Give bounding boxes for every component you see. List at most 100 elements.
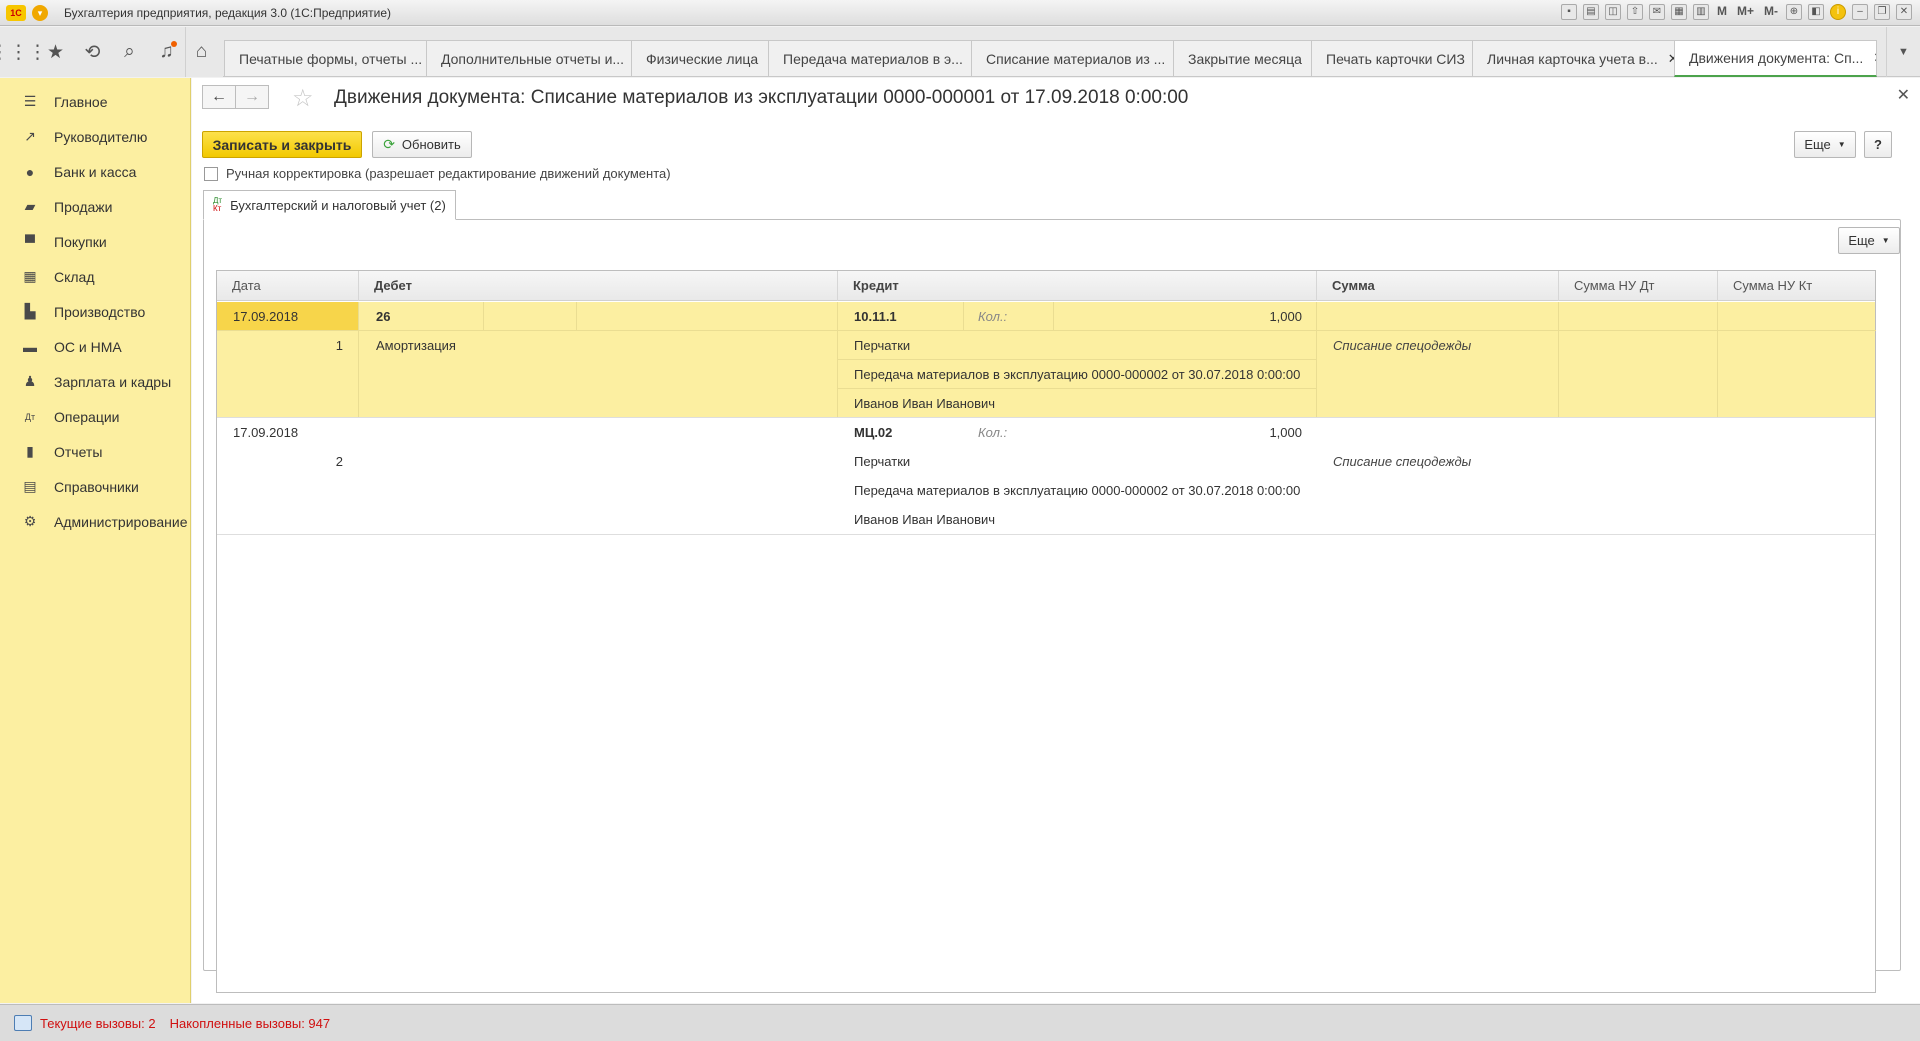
sidebar-item-manager[interactable]: ↗ Руководителю <box>0 119 190 154</box>
help-button[interactable]: ? <box>1864 131 1892 158</box>
credit-account: 10.11.1 <box>854 309 897 324</box>
cart-icon: ▀ <box>25 233 35 250</box>
movements-table[interactable]: Дата Дебет Кредит Сумма Сумма НУ Дт Сумм… <box>216 270 1876 993</box>
status-bar: Текущие вызовы: 2 Накопленные вызовы: 94… <box>0 1004 1920 1041</box>
sidebar-item-main[interactable]: ☰ Главное <box>0 84 190 119</box>
tab-materials-transfer[interactable]: Передача материалов в э...✕ <box>768 40 972 76</box>
main-menu-icon[interactable]: ▾ <box>32 4 48 21</box>
menu-lines-icon: ☰ <box>23 93 37 109</box>
sidebar-item-operations[interactable]: Дт Операции <box>0 399 190 434</box>
column-tax-amount-kt[interactable]: Сумма НУ Кт <box>1718 271 1876 301</box>
quantity-label: Кол.: <box>978 425 1008 440</box>
person-icon: ♟ <box>23 373 37 389</box>
close-window-icon[interactable]: ✕ <box>1896 4 1912 20</box>
zoom-icon[interactable]: ⊕ <box>1786 4 1802 20</box>
search-icon[interactable]: ⌕ <box>111 27 148 77</box>
favorites-star-icon[interactable]: ★ <box>37 27 74 77</box>
sidebar-item-fixed-assets[interactable]: ▬ ОС и НМА <box>0 329 190 364</box>
column-tax-amount-dt[interactable]: Сумма НУ Дт <box>1559 271 1718 301</box>
save-icon[interactable]: ▪ <box>1560 4 1577 20</box>
notifications-bell-icon[interactable]: ♫ <box>148 27 185 77</box>
upload-icon[interactable]: ⇧ <box>1626 4 1643 20</box>
debit-account: 26 <box>376 309 391 324</box>
performance-icon[interactable] <box>14 1015 32 1031</box>
quantity-label: Кол.: <box>978 309 1008 324</box>
back-button[interactable]: ← <box>202 85 236 109</box>
window-title-bar: 1С ▾ Бухгалтерия предприятия, редакция 3… <box>0 0 1920 26</box>
accounting-panel: Еще ▼ Дата Дебет Кредит Сумма Сумма НУ Дт… <box>203 219 1901 993</box>
column-date[interactable]: Дата <box>217 271 359 301</box>
sidebar-item-administration[interactable]: ⚙ Администрирование <box>0 504 190 539</box>
close-tab-icon[interactable]: ✕ <box>1873 50 1876 66</box>
spreadsheet-icon[interactable]: ▦ <box>1670 4 1687 20</box>
window-title: Бухгалтерия предприятия, редакция 3.0 (1… <box>64 5 392 20</box>
row-date: 17.09.2018 <box>233 425 299 440</box>
memory-m-plus-button[interactable]: M+ <box>1735 4 1756 20</box>
home-icon[interactable]: ⌂ <box>185 27 217 77</box>
tab-document-movements[interactable]: Движения документа: Сп...✕ <box>1674 40 1877 77</box>
sidebar-item-reports[interactable]: ▮ Отчеты <box>0 434 190 469</box>
accumulated-calls: Накопленные вызовы: 947 <box>169 1015 331 1031</box>
tab-print-forms[interactable]: Печатные формы, отчеты ...✕ <box>224 40 427 76</box>
warehouse-icon: ▦ <box>23 268 37 284</box>
tab-materials-writeoff[interactable]: Списание материалов из ...✕ <box>971 40 1174 76</box>
save-and-close-button[interactable]: Записать и закрыть <box>202 131 362 158</box>
info-icon[interactable]: i <box>1830 4 1846 20</box>
coin-icon: ● <box>25 163 35 180</box>
document-movements-form: ← → ☆ Движения документа: Списание матер… <box>192 78 1920 1003</box>
credit-subconto-1: Перчатки <box>854 338 911 353</box>
calendar-icon[interactable]: ▥ <box>1692 4 1709 20</box>
memory-m-minus-button[interactable]: M- <box>1762 4 1780 20</box>
app-logo: 1С <box>6 4 26 21</box>
credit-subconto-3: Иванов Иван Иванович <box>854 512 996 527</box>
memory-m-button[interactable]: M <box>1715 4 1729 20</box>
favorite-star-icon[interactable]: ☆ <box>292 84 314 113</box>
quantity-value: 1,000 <box>1269 309 1302 324</box>
minimize-icon[interactable]: – <box>1852 4 1868 20</box>
row-number: 2 <box>335 454 343 469</box>
refresh-icon: ⟳ <box>383 136 395 152</box>
top-panel: ⋮⋮⋮ ★ ⟲ ⌕ ♫ ⌂ Печатные формы, отчеты ...… <box>0 27 1920 77</box>
open-windows-tabs: Печатные формы, отчеты ...✕ Дополнительн… <box>224 36 1877 77</box>
sidebar-item-purchases[interactable]: ▀ Покупки <box>0 224 190 259</box>
chevron-down-icon: ▼ <box>1837 140 1846 149</box>
chevron-down-icon: ▼ <box>1881 236 1890 245</box>
credit-subconto-2: Передача материалов в эксплуатацию 0000-… <box>854 367 1301 382</box>
sidebar-item-warehouse[interactable]: ▦ Склад <box>0 259 190 294</box>
print-icon[interactable]: ▤ <box>1582 4 1599 20</box>
preview-icon[interactable]: ◫ <box>1604 4 1621 20</box>
sidebar-item-production[interactable]: ▙ Производство <box>0 294 190 329</box>
panels-icon[interactable]: ◧ <box>1808 4 1824 20</box>
tab-accounting-tax[interactable]: Дт Кт Бухгалтерский и налоговый учет (2) <box>203 190 456 220</box>
tab-personal-card[interactable]: Личная карточка учета в...✕ <box>1472 40 1675 76</box>
column-debit[interactable]: Дебет <box>359 271 838 301</box>
tab-print-siz-card[interactable]: Печать карточки СИЗ✕ <box>1311 40 1473 76</box>
tabs-dropdown-icon[interactable]: ▼ <box>1886 27 1920 77</box>
tab-additional-reports[interactable]: Дополнительные отчеты и...✕ <box>426 40 632 76</box>
entry-content: Списание спецодежды <box>1333 338 1472 353</box>
table-header: Дата Дебет Кредит Сумма Сумма НУ Дт Сумм… <box>217 271 1875 301</box>
sidebar-item-sales[interactable]: ▰ Продажи <box>0 189 190 224</box>
restore-icon[interactable]: ❐ <box>1874 4 1890 20</box>
sidebar-item-bank[interactable]: ● Банк и касса <box>0 154 190 189</box>
bar-chart-icon: ▮ <box>26 443 34 459</box>
table-more-button[interactable]: Еще ▼ <box>1838 227 1900 254</box>
manual-correction-checkbox[interactable] <box>204 166 218 181</box>
sidebar-item-directories[interactable]: ▤ Справочники <box>0 469 190 504</box>
tab-individuals[interactable]: Физические лица✕ <box>631 40 769 76</box>
factory-icon: ▙ <box>24 303 36 319</box>
more-button[interactable]: Еще ▼ <box>1794 131 1856 158</box>
credit-subconto-2: Передача материалов в эксплуатацию 0000-… <box>854 483 1301 498</box>
history-icon[interactable]: ⟲ <box>74 27 111 77</box>
apps-grid-icon[interactable]: ⋮⋮⋮ <box>0 27 47 77</box>
column-credit[interactable]: Кредит <box>838 271 1317 301</box>
tab-month-closing[interactable]: Закрытие месяца✕ <box>1173 40 1312 76</box>
entry-content: Списание спецодежды <box>1333 454 1472 469</box>
forward-button[interactable]: → <box>235 85 269 109</box>
refresh-button[interactable]: ⟳ Обновить <box>372 131 472 158</box>
sidebar-item-salary[interactable]: ♟ Зарплата и кадры <box>0 364 190 399</box>
credit-subconto-3: Иванов Иван Иванович <box>854 396 996 411</box>
close-form-icon[interactable]: ✕ <box>1897 85 1910 105</box>
column-amount[interactable]: Сумма <box>1317 271 1559 301</box>
mail-icon[interactable]: ✉ <box>1648 4 1665 20</box>
